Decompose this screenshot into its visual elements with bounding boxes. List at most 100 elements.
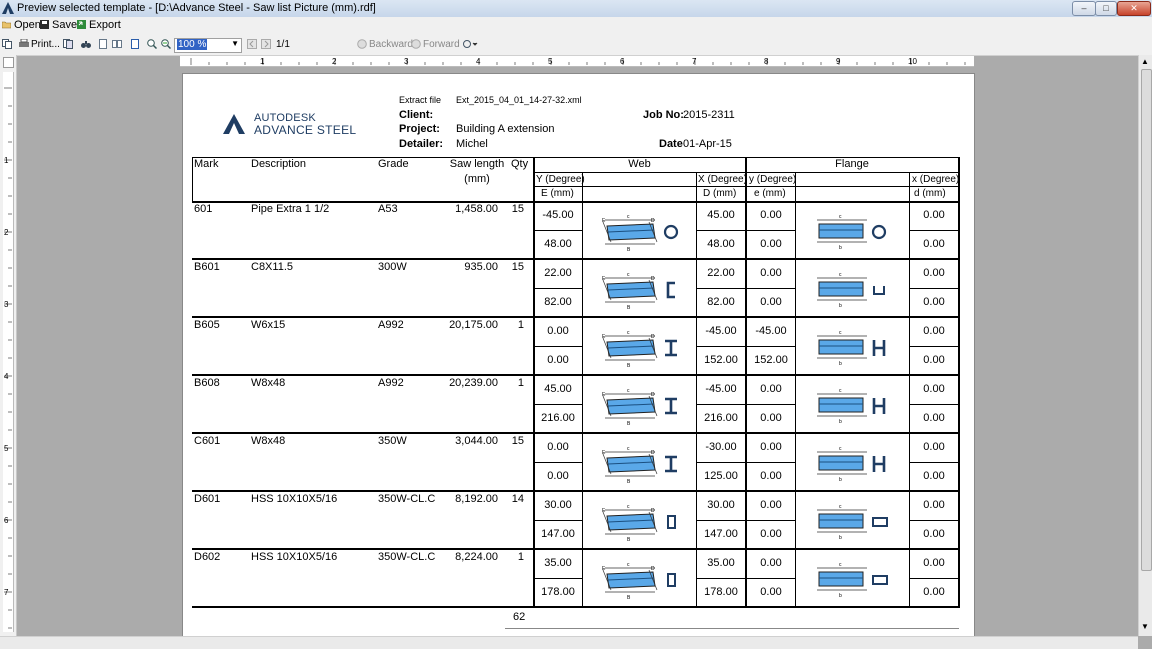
ruler-number: 1 xyxy=(4,156,9,165)
forward-button[interactable]: Forward xyxy=(423,39,460,50)
grid-line xyxy=(192,157,193,201)
cell-flange-y: 0.00 xyxy=(760,557,782,569)
cell-grade: A992 xyxy=(378,377,404,389)
cell-mark: B608 xyxy=(194,377,220,389)
cell-web-x: 30.00 xyxy=(707,499,735,511)
chevron-down-icon[interactable]: ▼ xyxy=(231,39,239,48)
row-border xyxy=(192,490,960,492)
svg-text:c: c xyxy=(627,272,630,278)
cell-description: W6x15 xyxy=(251,319,286,331)
cell-qty: 1 xyxy=(517,319,524,331)
cell-flange-y: 0.00 xyxy=(760,499,782,511)
cell-flange-d: 0.00 xyxy=(923,354,945,366)
flange-profile-drawing: c b xyxy=(817,446,886,483)
ruler-number: 1 xyxy=(260,57,265,66)
cell-mark: D601 xyxy=(194,493,221,505)
prev-page-icon[interactable] xyxy=(247,39,257,49)
multi-page-icon[interactable] xyxy=(112,39,122,49)
cell-flange-d: 0.00 xyxy=(923,470,945,482)
row-border xyxy=(192,606,960,608)
single-page-icon[interactable] xyxy=(98,39,108,49)
zoom-combobox[interactable]: 100 % ▼ xyxy=(174,38,242,53)
svg-text:B: B xyxy=(627,363,631,368)
svg-text:c: c xyxy=(839,388,842,394)
cell-flange-e: 0.00 xyxy=(760,296,782,308)
svg-text:D: D xyxy=(651,218,655,224)
zoom-out-icon[interactable] xyxy=(161,39,171,49)
printer-icon[interactable] xyxy=(19,39,29,49)
vertical-scroll-thumb[interactable] xyxy=(1141,69,1152,571)
grid-line xyxy=(958,157,960,607)
svg-text:B: B xyxy=(627,595,631,600)
web-profile-drawing: c B E D xyxy=(602,272,675,310)
menu-save[interactable]: Save xyxy=(40,19,77,33)
cell-flange-y: -45.00 xyxy=(755,325,787,337)
ruler-number: 7 xyxy=(692,57,697,66)
zoom-in-icon[interactable] xyxy=(147,39,157,49)
cell-saw-length: 935.00 xyxy=(464,261,498,273)
header-qty: Qty xyxy=(511,158,529,170)
menu-open[interactable]: Open xyxy=(2,19,41,33)
header-flange: Flange xyxy=(835,158,869,170)
tools-dropdown-icon[interactable] xyxy=(462,39,478,49)
grid-line xyxy=(696,346,746,347)
grid-line xyxy=(745,520,796,521)
minimize-button[interactable]: – xyxy=(1072,1,1096,16)
horizontal-scrollbar[interactable] xyxy=(0,636,1138,649)
footer-line xyxy=(505,628,959,629)
backward-button[interactable]: Backward xyxy=(369,39,413,50)
header-web-y: Y (Degree) xyxy=(536,174,585,185)
panel-toggle-button[interactable] xyxy=(3,57,14,68)
print-button[interactable]: Print... xyxy=(31,39,60,50)
scroll-up-arrow-icon[interactable]: ▲ xyxy=(1141,57,1149,66)
cell-flange-x: 0.00 xyxy=(923,383,945,395)
header-web-d: D (mm) xyxy=(703,188,737,199)
detailer-value: Michel xyxy=(456,138,488,150)
cell-description: C8X11.5 xyxy=(251,261,293,273)
cell-web-e: 216.00 xyxy=(541,412,575,424)
svg-text:b: b xyxy=(839,535,842,541)
vertical-scrollbar[interactable]: ▲ ▼ xyxy=(1138,55,1152,636)
cell-grade: 350W-CL.C xyxy=(378,493,436,505)
backward-icon[interactable] xyxy=(357,39,367,49)
cell-web-e: 0.00 xyxy=(547,470,569,482)
svg-text:B: B xyxy=(627,247,631,252)
page-width-icon[interactable] xyxy=(130,39,140,49)
horizontal-ruler: 1 2 3 4 5 6 7 8 9 10 xyxy=(180,56,974,67)
svg-text:c: c xyxy=(627,504,630,510)
cell-flange-d: 0.00 xyxy=(923,412,945,424)
cell-web-d: 82.00 xyxy=(707,296,735,308)
cell-description: Pipe Extra 1 1/2 xyxy=(251,203,330,215)
web-profile-drawing: c B E D xyxy=(602,504,676,542)
page-setup-icon[interactable] xyxy=(63,39,73,49)
folder-open-icon xyxy=(2,21,11,29)
svg-text:c: c xyxy=(839,446,842,452)
forward-icon[interactable] xyxy=(411,39,421,49)
cell-flange-x: 0.00 xyxy=(923,209,945,221)
svg-text:b: b xyxy=(839,361,842,367)
next-page-icon[interactable] xyxy=(261,39,271,49)
binoculars-icon[interactable] xyxy=(81,39,91,49)
ruler-number: 6 xyxy=(620,57,625,66)
cell-qty: 1 xyxy=(517,551,524,563)
svg-text:b: b xyxy=(839,245,842,251)
close-button[interactable]: ✕ xyxy=(1117,1,1151,16)
cell-qty: 14 xyxy=(511,493,524,505)
ruler-number: 2 xyxy=(332,57,337,66)
svg-text:c: c xyxy=(839,504,842,510)
svg-text:c: c xyxy=(627,388,630,394)
cell-saw-length: 1,458.00 xyxy=(455,203,498,215)
svg-text:b: b xyxy=(839,303,842,309)
menu-export[interactable]: Export xyxy=(77,19,121,33)
header-flange-d: d (mm) xyxy=(914,188,946,199)
logo-advance-steel: ADVANCE STEEL xyxy=(254,123,357,137)
cell-flange-x: 0.00 xyxy=(923,557,945,569)
vertical-ruler: 1 2 3 4 5 6 7 xyxy=(3,72,14,632)
maximize-button[interactable]: □ xyxy=(1095,1,1117,16)
copy-icon[interactable] xyxy=(2,39,12,49)
cell-qty: 15 xyxy=(511,261,524,273)
ruler-number: 10 xyxy=(908,57,917,66)
cell-flange-y: 0.00 xyxy=(760,209,782,221)
scroll-down-arrow-icon[interactable]: ▼ xyxy=(1141,622,1149,631)
save-icon xyxy=(40,20,49,29)
